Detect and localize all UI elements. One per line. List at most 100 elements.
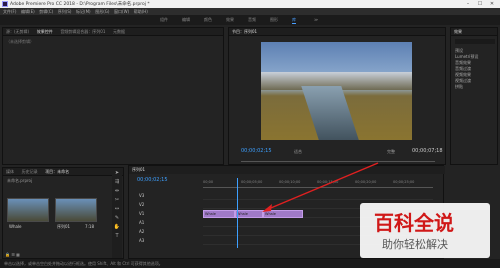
window-title: Adobe Premiere Pro CC 2018 - D:\Program … bbox=[10, 2, 150, 7]
menu-help[interactable]: 帮助(H) bbox=[134, 8, 148, 15]
track-label: A1 bbox=[139, 220, 145, 225]
track-select-icon[interactable]: ⇶ bbox=[112, 179, 122, 188]
status-bar: 单击以选择，或单击空白处并拖动以进行框选。使用 Shift、Alt 和 Ctrl… bbox=[0, 259, 500, 268]
track-label: V3 bbox=[139, 193, 145, 198]
menu-sequence[interactable]: 序列(S) bbox=[58, 8, 72, 15]
watermark-subtitle: 助你轻松解决 bbox=[382, 238, 448, 251]
watermark-title: 百科全说 bbox=[374, 211, 454, 235]
river-shape bbox=[301, 86, 361, 140]
sequence-duration: 7:18 bbox=[85, 224, 94, 229]
project-tabs: 媒体 历史记录 项目：未命名 bbox=[3, 168, 123, 176]
source-panel: 源：(无剪辑) 效果控件 音频剪辑混合器：序列01 元数据 （未选择剪辑） bbox=[2, 27, 224, 165]
ruler-label: 00;00;20;00 bbox=[355, 180, 377, 184]
selection-tool-icon[interactable]: ➤ bbox=[112, 170, 122, 179]
ruler-label: 00;00;10;00 bbox=[279, 180, 301, 184]
track-label: A3 bbox=[139, 238, 145, 243]
tab-effect-controls[interactable]: 效果控件 bbox=[34, 28, 56, 35]
zoom-fit-select[interactable]: 适合 bbox=[294, 149, 302, 155]
menu-graphics[interactable]: 图形(G) bbox=[95, 8, 109, 15]
video-clip[interactable]: Whale bbox=[235, 210, 263, 218]
title-bar: Adobe Premiere Pro CC 2018 - D:\Program … bbox=[0, 0, 500, 8]
effects-search-input[interactable] bbox=[455, 39, 495, 44]
source-tabs: 源：(无剪辑) 效果控件 音频剪辑混合器：序列01 元数据 bbox=[3, 28, 223, 36]
project-file-name: 未命名.prproj bbox=[7, 178, 33, 183]
clip-label: Whale bbox=[205, 212, 216, 216]
program-tabs: 节目：序列01 bbox=[229, 28, 445, 36]
menu-bar: 文件(F) 编辑(E) 剪辑(C) 序列(S) 标记(M) 图形(G) 窗口(W… bbox=[0, 8, 500, 15]
clip-label: Whale bbox=[265, 212, 276, 216]
tab-sequence[interactable]: 序列01 bbox=[129, 166, 148, 174]
workspace-bar: 组件 编辑 颜色 效果 音频 图形 库 ≫ bbox=[0, 15, 500, 25]
program-duration: 00;00;07;18 bbox=[412, 148, 443, 154]
effects-panel: 效果 预设 Lumetri预设 音频效果 音频过渡 视频效果 视频过渡 拼贴 bbox=[450, 27, 498, 165]
menu-window[interactable]: 窗口(W) bbox=[114, 8, 129, 15]
watermark: 百科全说 助你轻松解决 bbox=[360, 203, 490, 258]
track-header-a1[interactable]: A1 bbox=[139, 219, 201, 227]
quality-select[interactable]: 完整 bbox=[387, 149, 395, 155]
project-tools: 🔒 ☰ ▦ bbox=[5, 252, 20, 257]
video-preview bbox=[261, 42, 412, 140]
track-header-a2[interactable]: A2 bbox=[139, 228, 201, 236]
track-header-a3[interactable]: A3 bbox=[139, 237, 201, 245]
close-button[interactable]: ✕ bbox=[486, 0, 498, 8]
razor-tool-icon[interactable]: ✂ bbox=[112, 197, 122, 206]
effects-tabs: 效果 bbox=[451, 28, 497, 36]
menu-clip[interactable]: 剪辑(C) bbox=[39, 8, 53, 15]
menu-edit[interactable]: 编辑(E) bbox=[21, 8, 35, 15]
video-clip[interactable]: Whale bbox=[203, 210, 235, 218]
sequence-thumbnail[interactable] bbox=[55, 198, 97, 222]
tab-history[interactable]: 历史记录 bbox=[19, 168, 41, 175]
tab-project[interactable]: 项目：未命名 bbox=[42, 168, 72, 175]
track-header-v1[interactable]: V1 bbox=[139, 210, 201, 218]
track-label: V1 bbox=[139, 211, 145, 216]
ruler-label: 00;00;25;00 bbox=[393, 180, 415, 184]
video-clip[interactable]: Whale bbox=[263, 210, 303, 218]
tab-metadata[interactable]: 元数据 bbox=[110, 28, 128, 35]
menu-file[interactable]: 文件(F) bbox=[3, 8, 16, 15]
timeline-tabs: 序列01 bbox=[129, 166, 445, 174]
tab-source[interactable]: 源：(无剪辑) bbox=[3, 28, 32, 35]
project-panel: 媒体 历史记录 项目：未命名 未命名.prproj Whale 序列01 7:1… bbox=[2, 167, 124, 259]
ruler-label: 00;00;15;00 bbox=[317, 180, 339, 184]
track-header-v3[interactable]: V3 bbox=[139, 192, 201, 200]
pen-tool-icon[interactable]: ✎ bbox=[112, 215, 122, 224]
sequence-name: 序列01 bbox=[57, 224, 71, 229]
workspace-libraries[interactable]: 库 bbox=[292, 17, 296, 24]
workspace-more[interactable]: ≫ bbox=[314, 17, 318, 22]
track-label: A2 bbox=[139, 229, 145, 234]
effects-item-collage[interactable]: 拼贴 bbox=[455, 84, 463, 90]
lock-icon[interactable]: 🔒 bbox=[5, 252, 10, 257]
workspace-color[interactable]: 颜色 bbox=[204, 17, 212, 23]
program-timecode[interactable]: 00;00;02;15 bbox=[241, 148, 272, 154]
workspace-graphics[interactable]: 图形 bbox=[270, 17, 278, 23]
icon-view-icon[interactable]: ▦ bbox=[16, 252, 20, 257]
type-tool-icon[interactable]: T bbox=[112, 233, 122, 242]
playhead[interactable] bbox=[237, 178, 238, 248]
ruler-label: 00;00;05;00 bbox=[241, 180, 263, 184]
tab-program[interactable]: 节目：序列01 bbox=[229, 28, 260, 35]
workspace-assembly[interactable]: 组件 bbox=[160, 17, 168, 23]
minimize-button[interactable]: – bbox=[462, 0, 474, 8]
hand-tool-icon[interactable]: ✋ bbox=[112, 224, 122, 233]
clip-name: Whale bbox=[9, 224, 22, 229]
track-label: V2 bbox=[139, 202, 145, 207]
tab-audio-mixer[interactable]: 音频剪辑混合器：序列01 bbox=[57, 28, 108, 35]
tab-media[interactable]: 媒体 bbox=[3, 168, 17, 175]
workspace-effects[interactable]: 效果 bbox=[226, 17, 234, 23]
track-header-v2[interactable]: V2 bbox=[139, 201, 201, 209]
menu-marker[interactable]: 标记(M) bbox=[76, 8, 91, 15]
ruler-label: 00;00 bbox=[203, 180, 214, 184]
tab-effects[interactable]: 效果 bbox=[451, 28, 465, 35]
slip-tool-icon[interactable]: ↔ bbox=[112, 206, 122, 215]
workspace-audio[interactable]: 音频 bbox=[248, 17, 256, 23]
status-text: 单击以选择，或单击空白处并拖动以进行框选。使用 Shift、Alt 和 Ctrl… bbox=[4, 261, 163, 266]
tools-panel: ➤ ⇶ ⇹ ✂ ↔ ✎ ✋ T bbox=[112, 170, 122, 258]
ripple-edit-icon[interactable]: ⇹ bbox=[112, 188, 122, 197]
maximize-button[interactable]: ☐ bbox=[474, 0, 486, 8]
workspace-editing[interactable]: 编辑 bbox=[182, 17, 190, 23]
timeline-timecode[interactable]: 00;00;02;15 bbox=[137, 177, 168, 183]
clip-thumbnail[interactable] bbox=[7, 198, 49, 222]
premiere-logo-icon bbox=[2, 1, 8, 7]
no-clip-note: （未选择剪辑） bbox=[6, 39, 34, 44]
list-view-icon[interactable]: ☰ bbox=[11, 252, 15, 257]
